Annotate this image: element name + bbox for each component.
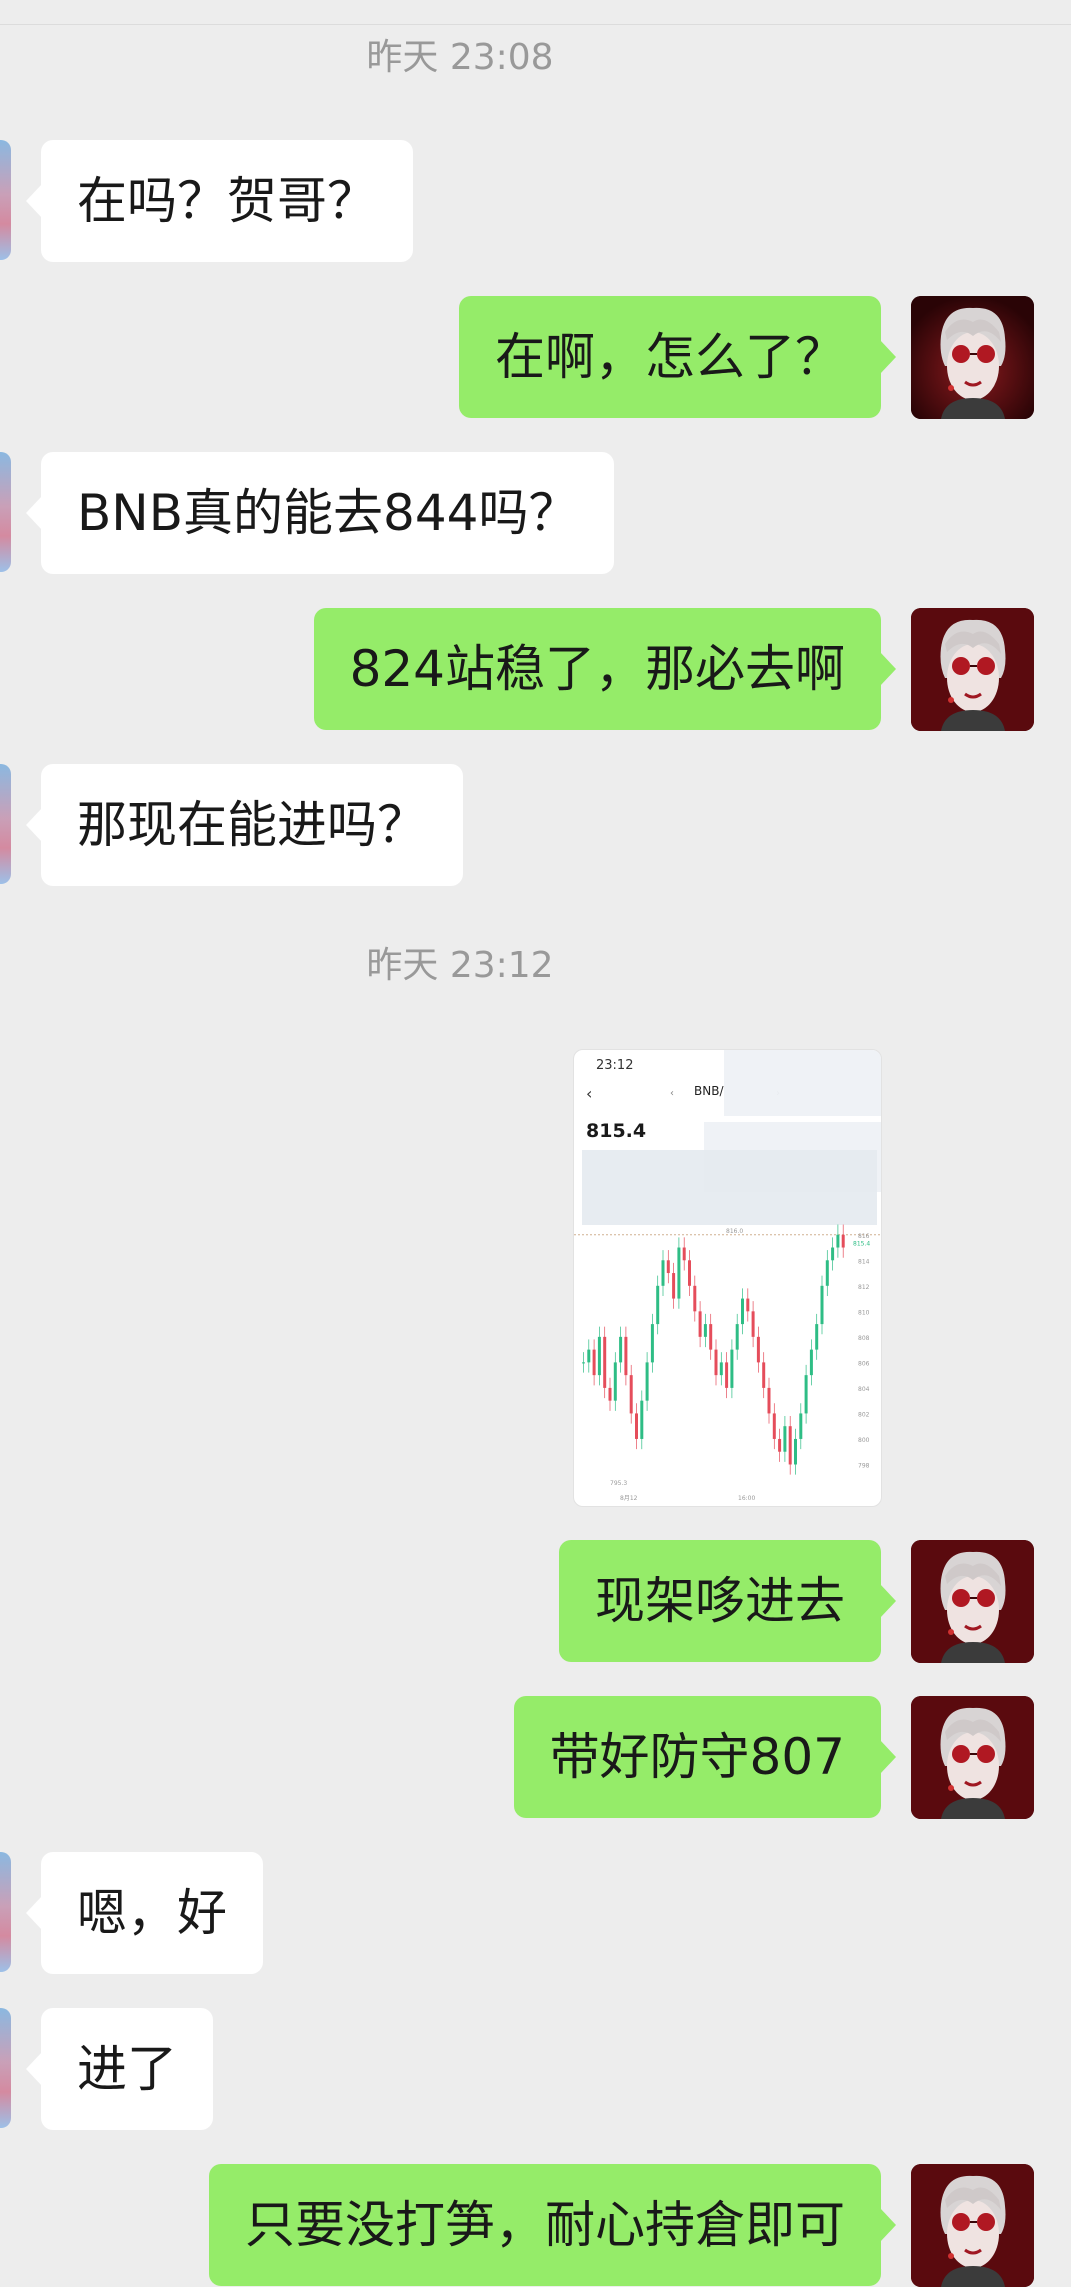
- candle-body: [714, 1349, 718, 1376]
- message-bubble-received[interactable]: BNB真的能去844吗？: [25, 452, 615, 574]
- price-tag: 815.4: [853, 1240, 870, 1247]
- y-axis-tick-label: 800: [858, 1437, 870, 1444]
- y-axis-tick-label: 804: [858, 1386, 870, 1393]
- candle-body: [799, 1413, 803, 1439]
- image-message-chart-screenshot[interactable]: 23:12 ‹ ‹ BNB/ › 815.4 816.0815.48168148…: [573, 1049, 882, 1507]
- candle-body: [751, 1311, 755, 1337]
- my-avatar[interactable]: [911, 1696, 1034, 1819]
- candle-body: [635, 1413, 638, 1439]
- x-axis-tick-label: 16:00: [738, 1495, 755, 1502]
- avatar-portrait-icon: [911, 1540, 1034, 1663]
- message-bubble-received[interactable]: 嗯，好: [26, 1852, 263, 1974]
- candle-body: [698, 1311, 702, 1337]
- candle-body: [645, 1362, 649, 1401]
- contact-avatar[interactable]: [0, 764, 11, 884]
- candle-body: [597, 1336, 601, 1376]
- timestamp: 昨天 23:08: [366, 37, 554, 78]
- candle-body: [608, 1387, 612, 1401]
- candle-body: [783, 1426, 787, 1452]
- y-axis-tick-label: 802: [858, 1411, 870, 1418]
- candle-body: [693, 1285, 697, 1312]
- candle-body: [619, 1336, 623, 1363]
- y-axis-tick-label: 810: [858, 1309, 870, 1316]
- avatar-portrait-icon: [911, 296, 1034, 419]
- candle-body: [735, 1324, 739, 1350]
- candle-body: [582, 1362, 585, 1364]
- low-marker-label: 795.3: [610, 1480, 627, 1487]
- candle-body: [815, 1324, 819, 1350]
- y-axis-tick-label: 812: [858, 1284, 870, 1291]
- candle-body: [756, 1336, 760, 1363]
- candle-body: [688, 1260, 691, 1286]
- candle-body: [725, 1362, 729, 1388]
- avatar-portrait-icon: [911, 1696, 1034, 1819]
- candle-body: [772, 1413, 776, 1439]
- contact-avatar[interactable]: [0, 1852, 11, 1972]
- candle-body: [730, 1349, 734, 1388]
- candle-body: [788, 1426, 792, 1465]
- candle-body: [825, 1260, 829, 1286]
- candle-body: [841, 1234, 845, 1248]
- candle-body: [809, 1349, 813, 1376]
- contact-avatar[interactable]: [0, 2008, 11, 2128]
- candle-body: [762, 1362, 766, 1388]
- message-bubble-sent[interactable]: 在啊，怎么了？: [459, 296, 896, 418]
- candle-body: [682, 1247, 686, 1261]
- my-avatar[interactable]: [911, 296, 1034, 419]
- candle-body: [629, 1375, 633, 1414]
- candle-body: [656, 1285, 660, 1325]
- y-axis-tick-label: 806: [858, 1360, 870, 1367]
- candle-body: [677, 1247, 681, 1299]
- message-bubble-received[interactable]: 进了: [26, 2008, 213, 2130]
- candle-body: [709, 1324, 713, 1350]
- candle-body: [587, 1349, 591, 1363]
- candle-body: [613, 1362, 617, 1401]
- y-axis-tick-label: 814: [858, 1258, 870, 1265]
- candle-body: [624, 1336, 628, 1376]
- candle-body: [831, 1247, 835, 1261]
- avatar-portrait-icon: [911, 2164, 1034, 2287]
- y-axis-tick-label: 808: [858, 1335, 870, 1342]
- x-axis-tick-label: 8月12: [620, 1495, 638, 1502]
- candle-body: [603, 1336, 607, 1388]
- candle-body: [640, 1400, 644, 1439]
- candle-body: [804, 1375, 808, 1414]
- message-bubble-received[interactable]: 那现在能进吗？: [26, 764, 463, 886]
- contact-avatar[interactable]: [0, 140, 11, 260]
- candle-body: [767, 1387, 771, 1414]
- candlestick-chart: 816.0 815.4816 814 812 810 808 806 804 802 800 798…: [574, 1224, 881, 1502]
- my-avatar[interactable]: [911, 608, 1034, 731]
- message-bubble-sent[interactable]: 带好防守807: [513, 1696, 897, 1818]
- timestamp: 昨天 23:12: [366, 945, 554, 986]
- y-axis-tick-label: 816: [858, 1233, 870, 1240]
- candle-body: [778, 1438, 782, 1452]
- contact-avatar[interactable]: [0, 452, 11, 572]
- candle-body: [741, 1298, 744, 1325]
- top-divider: [0, 24, 1071, 25]
- high-marker-label: 816.0: [726, 1228, 743, 1235]
- candle-body: [820, 1285, 824, 1325]
- candle-body: [672, 1273, 676, 1299]
- candle-body: [666, 1260, 670, 1274]
- candle-body: [836, 1234, 840, 1248]
- candle-body: [661, 1260, 665, 1286]
- my-avatar[interactable]: [911, 2164, 1034, 2287]
- my-avatar[interactable]: [911, 1540, 1034, 1663]
- y-axis-tick-label: 798: [858, 1462, 870, 1469]
- message-bubble-sent[interactable]: 824站稳了，那必去啊: [313, 608, 897, 730]
- message-bubble-sent[interactable]: 现架哆进去: [559, 1540, 896, 1662]
- message-bubble-received[interactable]: 在吗？贺哥？: [26, 140, 413, 262]
- candle-body: [650, 1324, 654, 1363]
- candle-body: [794, 1438, 797, 1465]
- candle-body: [703, 1324, 707, 1337]
- avatar-portrait-icon: [911, 608, 1034, 731]
- candle-body: [719, 1362, 723, 1376]
- candle-body: [746, 1298, 750, 1312]
- candle-body: [592, 1349, 596, 1376]
